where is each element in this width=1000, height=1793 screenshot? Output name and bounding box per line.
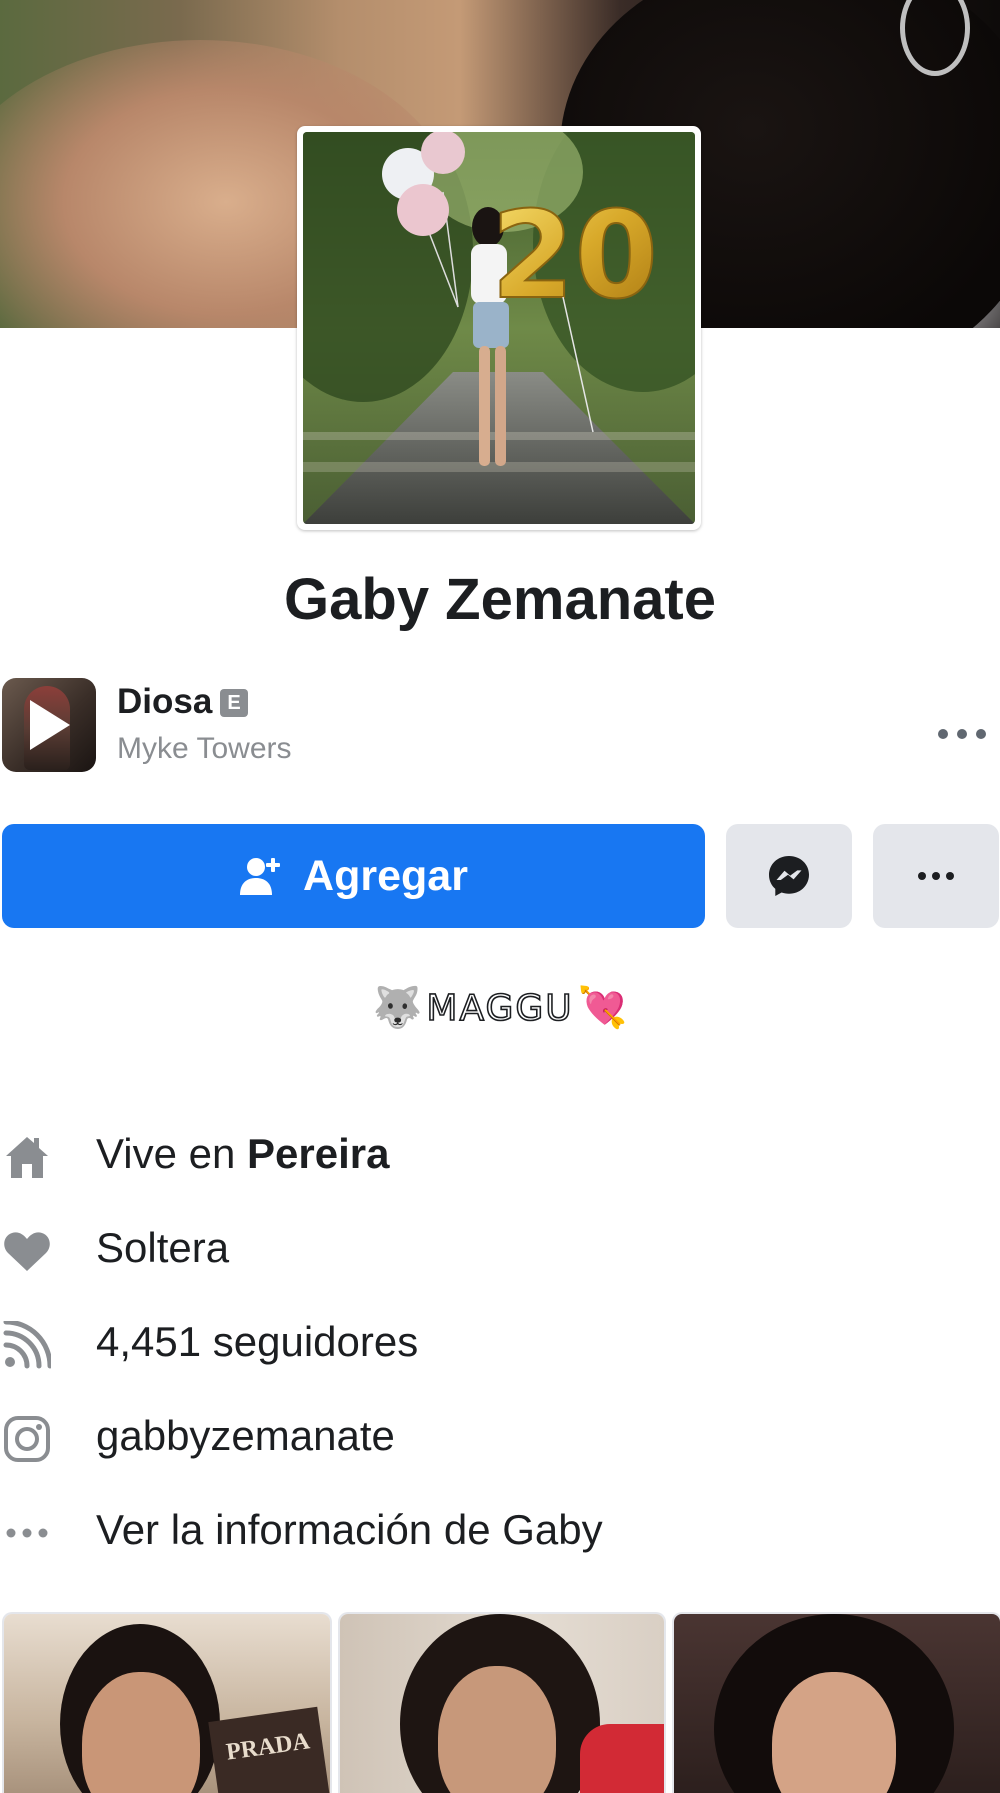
- photo-thumbnail[interactable]: [338, 1612, 666, 1793]
- balloon-number: 20: [491, 187, 658, 326]
- messenger-icon: [769, 856, 809, 896]
- profile-picture[interactable]: 20: [297, 126, 701, 530]
- followers-label: 4,451 seguidores: [96, 1318, 419, 1365]
- bio-text: MAGGU: [426, 987, 574, 1030]
- wolf-emoji: 🐺: [372, 986, 423, 1030]
- info-row-followers[interactable]: 4,451 seguidores: [0, 1314, 1000, 1374]
- explicit-badge: E: [220, 689, 248, 717]
- rss-feed-icon: [2, 1320, 52, 1370]
- relationship-label: Soltera: [96, 1224, 230, 1271]
- add-friend-icon: [240, 858, 281, 895]
- instagram-icon: [2, 1414, 52, 1464]
- song-thumbnail[interactable]: [2, 678, 96, 772]
- heart-arrow-emoji: 💘: [577, 986, 628, 1030]
- more-horizontal-icon: [918, 872, 954, 880]
- info-row-relationship: Soltera: [0, 1220, 1000, 1280]
- photo-thumbnail[interactable]: PRADA: [2, 1612, 332, 1793]
- song-title[interactable]: Diosa: [117, 682, 212, 722]
- see-about-info-label: Ver la información de Gaby: [96, 1506, 603, 1553]
- profile-bio: 🐺 MAGGU 💘: [0, 980, 1000, 1036]
- info-row-location: Vive en Pereira: [0, 1126, 1000, 1186]
- profile-page: 20 Gaby Zemanate Diosa E Myke Towers Agr…: [0, 0, 1000, 1793]
- add-friend-label: Agregar: [303, 851, 468, 900]
- add-friend-button[interactable]: Agregar: [2, 824, 705, 928]
- more-options-button[interactable]: [873, 824, 999, 928]
- message-button[interactable]: [726, 824, 852, 928]
- location-label: Vive en Pereira: [96, 1130, 390, 1177]
- photo-thumbnail[interactable]: [672, 1612, 1000, 1793]
- see-about-info-link[interactable]: Ver la información de Gaby: [0, 1502, 1000, 1562]
- heart-icon: [2, 1226, 52, 1276]
- profile-photo-image: 20: [303, 132, 695, 524]
- instagram-username: gabbyzemanate: [96, 1412, 395, 1459]
- song-artist: Myke Towers: [117, 732, 292, 765]
- play-icon[interactable]: [30, 700, 70, 750]
- home-icon: [2, 1132, 52, 1182]
- location-city[interactable]: Pereira: [247, 1130, 389, 1177]
- info-row-instagram[interactable]: gabbyzemanate: [0, 1408, 1000, 1468]
- music-more-options-icon[interactable]: [938, 722, 986, 746]
- profile-name: Gaby Zemanate: [284, 567, 716, 632]
- more-horizontal-icon: [2, 1508, 52, 1558]
